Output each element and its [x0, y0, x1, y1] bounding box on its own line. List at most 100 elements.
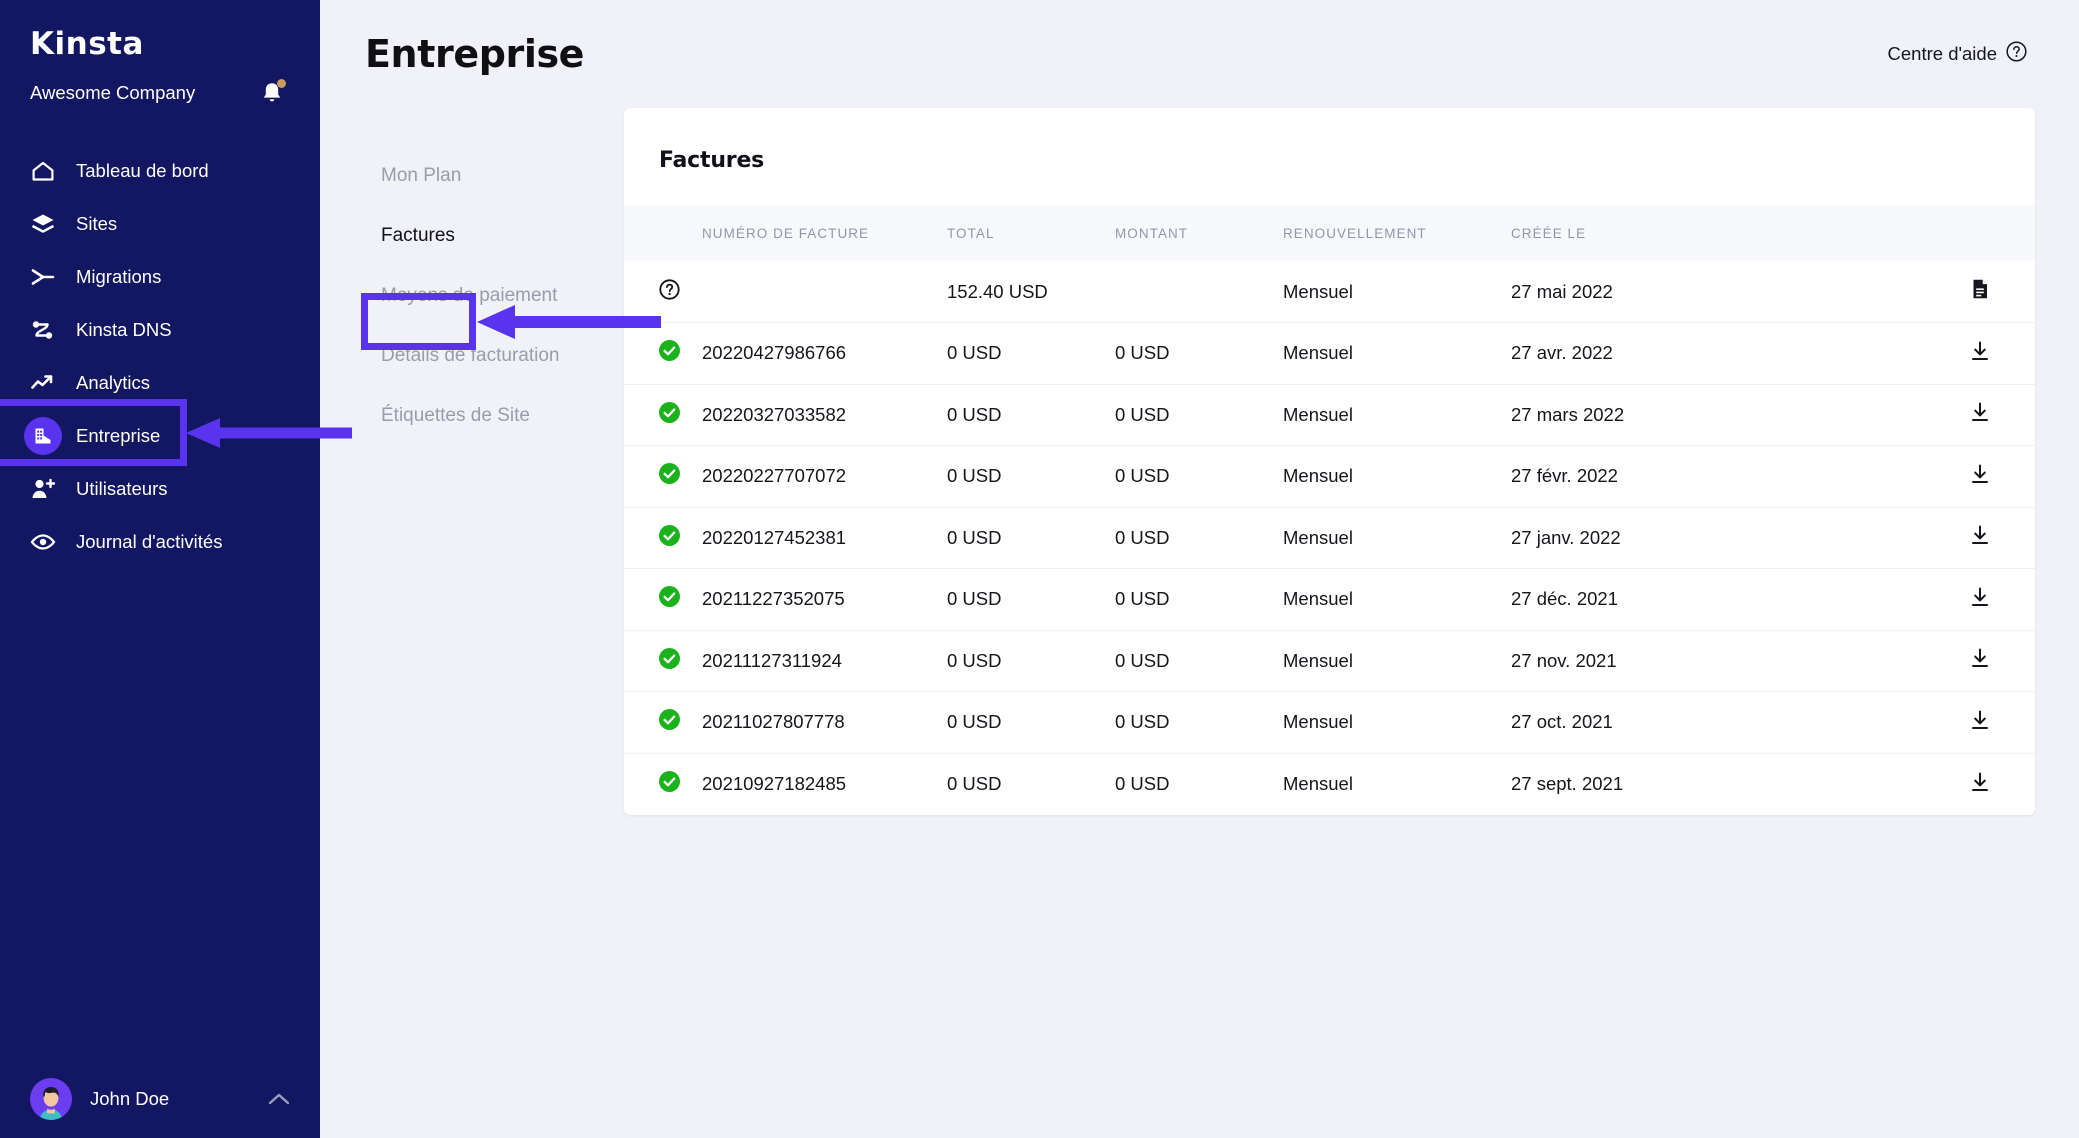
status-paid-icon — [659, 402, 680, 423]
cell-status — [624, 753, 702, 815]
cell-action — [1749, 323, 2035, 385]
download-icon[interactable] — [1969, 524, 1991, 546]
sidebar-item-analytics[interactable]: Analytics — [0, 356, 320, 409]
cell-renewal: Mensuel — [1283, 630, 1511, 692]
help-center-link[interactable]: Centre d'aide — [1888, 41, 2027, 67]
trending-up-icon — [30, 370, 56, 396]
table-row[interactable]: 202110278077780 USD0 USDMensuel27 oct. 2… — [624, 692, 2035, 754]
cell-invoice-number: 20220327033582 — [702, 384, 947, 446]
cell-amount: 0 USD — [1115, 569, 1283, 631]
column-header-action — [1749, 205, 2035, 261]
table-row[interactable]: 152.40 USDMensuel27 mai 2022 — [624, 261, 2035, 323]
cell-renewal: Mensuel — [1283, 569, 1511, 631]
page-title: Entreprise — [365, 32, 584, 76]
cell-amount: 0 USD — [1115, 507, 1283, 569]
cell-created: 27 sept. 2021 — [1511, 753, 1749, 815]
cell-amount: 0 USD — [1115, 630, 1283, 692]
cell-action — [1749, 507, 2035, 569]
cell-total: 0 USD — [947, 323, 1115, 385]
cell-status — [624, 630, 702, 692]
submenu-item-label: Étiquettes de Site — [381, 405, 530, 427]
table-row[interactable]: 202201274523810 USD0 USDMensuel27 janv. … — [624, 507, 2035, 569]
table-row[interactable]: 202111273119240 USD0 USDMensuel27 nov. 2… — [624, 630, 2035, 692]
status-paid-icon — [659, 709, 680, 730]
sidebar-item-label: Migrations — [76, 266, 161, 288]
download-icon[interactable] — [1969, 771, 1991, 793]
notification-badge — [277, 79, 286, 88]
sidebar-item-tableau-de-bord[interactable]: Tableau de bord — [0, 144, 320, 197]
cell-created: 27 déc. 2021 — [1511, 569, 1749, 631]
user-add-icon — [30, 476, 56, 502]
cell-action — [1749, 692, 2035, 754]
submenu-item-etiquettes-de-site[interactable]: Étiquettes de Site — [365, 386, 615, 446]
download-icon[interactable] — [1969, 463, 1991, 485]
download-icon[interactable] — [1969, 709, 1991, 731]
column-header-total: TOTAL — [947, 205, 1115, 261]
submenu-item-label: Moyens de paiement — [381, 285, 557, 307]
status-pending-icon — [659, 279, 680, 300]
download-icon[interactable] — [1969, 401, 1991, 423]
sidebar-item-journal-activites[interactable]: Journal d'activités — [0, 515, 320, 568]
cell-action — [1749, 384, 2035, 446]
cell-invoice-number: 20210927182485 — [702, 753, 947, 815]
building-icon — [24, 417, 62, 455]
download-icon[interactable] — [1969, 647, 1991, 669]
cell-total: 152.40 USD — [947, 261, 1115, 323]
column-header-amount: MONTANT — [1115, 205, 1283, 261]
cell-renewal: Mensuel — [1283, 753, 1511, 815]
sidebar-item-kinsta-dns[interactable]: Kinsta DNS — [0, 303, 320, 356]
cell-total: 0 USD — [947, 630, 1115, 692]
cell-total: 0 USD — [947, 753, 1115, 815]
annotation-arrow-entreprise — [186, 418, 352, 448]
submenu-item-factures[interactable]: Factures — [365, 206, 615, 266]
table-row[interactable]: 202202277070720 USD0 USDMensuel27 févr. … — [624, 446, 2035, 508]
annotation-arrow-factures — [477, 305, 661, 339]
status-paid-icon — [659, 648, 680, 669]
notifications-button[interactable] — [260, 80, 284, 106]
table-header-row: NUMÉRO DE FACTURE TOTAL MONTANT RENOUVEL… — [624, 205, 2035, 261]
submenu-item-mon-plan[interactable]: Mon Plan — [365, 146, 615, 206]
cell-invoice-number: 20220427986766 — [702, 323, 947, 385]
cell-status — [624, 692, 702, 754]
logo-container[interactable]: Kinsta — [0, 0, 320, 62]
document-icon[interactable] — [1969, 278, 1991, 300]
chevron-up-icon[interactable] — [268, 1092, 290, 1106]
cell-status — [624, 384, 702, 446]
sidebar-item-label: Entreprise — [76, 425, 160, 447]
cell-status — [624, 446, 702, 508]
download-icon[interactable] — [1969, 586, 1991, 608]
status-paid-icon — [659, 771, 680, 792]
user-name: John Doe — [90, 1088, 169, 1110]
eye-icon — [30, 529, 56, 555]
cell-action — [1749, 630, 2035, 692]
cell-created: 27 avr. 2022 — [1511, 323, 1749, 385]
sidebar-item-sites[interactable]: Sites — [0, 197, 320, 250]
sidebar-item-label: Tableau de bord — [76, 160, 209, 182]
submenu-item-label: Détails de facturation — [381, 345, 560, 367]
cell-renewal: Mensuel — [1283, 507, 1511, 569]
cell-action — [1749, 753, 2035, 815]
layers-icon — [30, 211, 56, 237]
table-row[interactable]: 202109271824850 USD0 USDMensuel27 sept. … — [624, 753, 2035, 815]
sidebar-item-utilisateurs[interactable]: Utilisateurs — [0, 462, 320, 515]
cell-amount: 0 USD — [1115, 384, 1283, 446]
migration-icon — [30, 264, 56, 290]
card-title: Factures — [624, 108, 2035, 173]
table-row[interactable]: 202112273520750 USD0 USDMensuel27 déc. 2… — [624, 569, 2035, 631]
sidebar: Kinsta Awesome Company Tableau de bord — [0, 0, 320, 1138]
table-row[interactable]: 202203270335820 USD0 USDMensuel27 mars 2… — [624, 384, 2035, 446]
download-icon[interactable] — [1969, 340, 1991, 362]
cell-created: 27 mars 2022 — [1511, 384, 1749, 446]
table-header: NUMÉRO DE FACTURE TOTAL MONTANT RENOUVEL… — [624, 205, 2035, 261]
cell-renewal: Mensuel — [1283, 323, 1511, 385]
cell-invoice-number: 20211227352075 — [702, 569, 947, 631]
cell-invoice-number: 20211027807778 — [702, 692, 947, 754]
table-body: 152.40 USDMensuel27 mai 2022202204279867… — [624, 261, 2035, 815]
cell-total: 0 USD — [947, 384, 1115, 446]
sidebar-item-migrations[interactable]: Migrations — [0, 250, 320, 303]
submenu-item-label: Mon Plan — [381, 165, 461, 187]
cell-action — [1749, 261, 2035, 323]
table-row[interactable]: 202204279867660 USD0 USDMensuel27 avr. 2… — [624, 323, 2035, 385]
company-name: Awesome Company — [30, 82, 195, 104]
user-profile-button[interactable]: John Doe — [0, 1060, 320, 1138]
